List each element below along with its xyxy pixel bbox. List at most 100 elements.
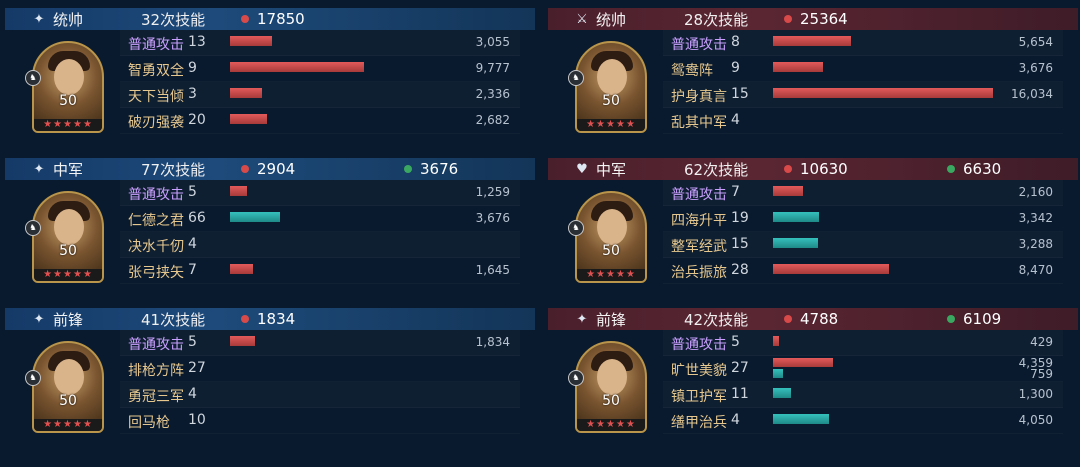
skill-rows: 普通攻击 5 429 旷世美貌 27 4,359 759 镇卫护军 11 1,300 缮甲治兵 4 4,… [663, 330, 1063, 434]
skill-row: 破刃强袭 20 2,682 [120, 108, 520, 134]
skill-row: 决水千仞 4 [120, 232, 520, 258]
damage-total: 17850 [241, 10, 404, 28]
skill-bar-area: 3,288 [773, 232, 1053, 257]
skill-row: 四海升平 19 3,342 [663, 206, 1063, 232]
damage-total: 25364 [784, 10, 947, 28]
portrait-face [597, 209, 627, 245]
heal-dot-icon [404, 165, 412, 173]
damage-bar-value: 16,034 [1011, 87, 1053, 101]
role-label: 统帅 [53, 10, 84, 29]
damage-total: 2904 [241, 160, 404, 178]
general-header: ✦ 统帅 32次技能 17850 [5, 8, 535, 30]
horse-badge-icon: ♞ [25, 70, 41, 86]
heal-bar-value: 3,676 [475, 211, 510, 225]
role-label: 中军 [596, 160, 627, 179]
role-icon: ✦ [33, 311, 45, 327]
skill-name: 四海升平 [671, 213, 727, 229]
skill-row: 智勇双全 9 9,777 [120, 56, 520, 82]
skill-uses: 5 [188, 184, 197, 200]
skill-bar-area: 1,834 [230, 330, 510, 355]
general-header: ♥ 中军 62次技能 10630 6630 [548, 158, 1078, 180]
heal-bar-value: 4,050 [1018, 413, 1053, 427]
skill-name: 护身真言 [671, 89, 727, 105]
general-card: ✦ 统帅 32次技能 17850 50 ★★★★★ ♞ 普通攻击 13 3,055 智勇双全 9 9,7… [5, 8, 535, 158]
damage-value: 10630 [800, 160, 848, 178]
skill-count: 28次技能 [684, 10, 749, 29]
skill-row: 普通攻击 8 5,654 [663, 30, 1063, 56]
skill-bar-area: 1,645 [230, 258, 510, 283]
damage-bar-value: 1,834 [475, 335, 510, 349]
star-rating: ★★★★★ [577, 119, 645, 131]
damage-bar [230, 186, 247, 196]
general-portrait: 50 ★★★★★ [575, 191, 647, 283]
skill-uses: 9 [188, 60, 197, 76]
damage-bar [773, 358, 833, 367]
damage-bar-value: 2,682 [475, 113, 510, 127]
star-rating: ★★★★★ [34, 269, 102, 281]
heal-total: 6109 [947, 310, 1001, 328]
skill-uses: 10 [188, 412, 206, 428]
skill-row: 普通攻击 5 1,834 [120, 330, 520, 356]
skill-uses: 27 [731, 360, 749, 376]
general-header: ⚔ 统帅 28次技能 25364 [548, 8, 1078, 30]
damage-value: 25364 [800, 10, 848, 28]
star-rating: ★★★★★ [577, 269, 645, 281]
skill-name: 普通攻击 [128, 337, 184, 353]
skill-row: 护身真言 15 16,034 [663, 82, 1063, 108]
general-level: 50 [602, 93, 620, 109]
general-level: 50 [59, 243, 77, 259]
skill-row: 旷世美貌 27 4,359 759 [663, 356, 1063, 382]
skill-row: 回马枪 10 [120, 408, 520, 434]
general-header: ✦ 前锋 42次技能 4788 6109 [548, 308, 1078, 330]
skill-name: 勇冠三军 [128, 389, 184, 405]
role-icon: ✦ [33, 161, 45, 177]
damage-value: 2904 [257, 160, 296, 178]
skill-uses: 7 [188, 262, 197, 278]
skill-name: 回马枪 [128, 415, 170, 431]
skill-bar-area: 3,676 [773, 56, 1053, 81]
damage-dot-icon [241, 315, 249, 323]
skill-uses: 7 [731, 184, 740, 200]
skill-uses: 27 [188, 360, 206, 376]
damage-bar-value: 3,676 [1018, 61, 1053, 75]
skill-bar-area: 3,676 [230, 206, 510, 231]
heal-bar [773, 388, 791, 398]
skill-name: 智勇双全 [128, 63, 184, 79]
skill-uses: 4 [188, 236, 197, 252]
general-portrait: 50 ★★★★★ [32, 41, 104, 133]
role-icon: ✦ [576, 311, 588, 327]
skill-name: 张弓挟矢 [128, 265, 184, 281]
role-label: 前锋 [53, 310, 84, 329]
general-card: ⚔ 统帅 28次技能 25364 50 ★★★★★ ♞ 普通攻击 8 5,654 鸳鸯阵 9 3,676… [548, 8, 1078, 158]
heal-bar [773, 238, 818, 248]
skill-uses: 4 [731, 412, 740, 428]
damage-bar-value: 1,259 [475, 185, 510, 199]
general-portrait: 50 ★★★★★ [32, 191, 104, 283]
horse-badge-icon: ♞ [25, 370, 41, 386]
skill-name: 普通攻击 [128, 37, 184, 53]
skill-row: 鸳鸯阵 9 3,676 [663, 56, 1063, 82]
skill-bar-area: 429 [773, 330, 1053, 355]
damage-bar [773, 264, 889, 274]
skill-row: 整军经武 15 3,288 [663, 232, 1063, 258]
heal-total: 3676 [404, 160, 458, 178]
role-label: 统帅 [596, 10, 627, 29]
skill-bar-area: 1,300 [773, 382, 1053, 407]
portrait-face [54, 59, 84, 95]
role-label: 前锋 [596, 310, 627, 329]
damage-bar-value: 8,470 [1018, 263, 1053, 277]
heal-bar-value: 3,288 [1018, 237, 1053, 251]
portrait-face [54, 359, 84, 395]
skill-name: 整军经武 [671, 239, 727, 255]
heal-value: 6109 [963, 310, 1002, 328]
horse-badge-icon: ♞ [25, 220, 41, 236]
horse-badge-icon: ♞ [568, 70, 584, 86]
skill-uses: 15 [731, 236, 749, 252]
skill-row: 普通攻击 5 429 [663, 330, 1063, 356]
skill-bar-area: 9,777 [230, 56, 510, 81]
general-header: ✦ 前锋 41次技能 1834 [5, 308, 535, 330]
star-rating: ★★★★★ [577, 419, 645, 431]
skill-name: 缮甲治兵 [671, 415, 727, 431]
skill-count: 32次技能 [141, 10, 206, 29]
skill-rows: 普通攻击 8 5,654 鸳鸯阵 9 3,676 护身真言 15 16,034 乱其中军 4 [663, 30, 1063, 134]
